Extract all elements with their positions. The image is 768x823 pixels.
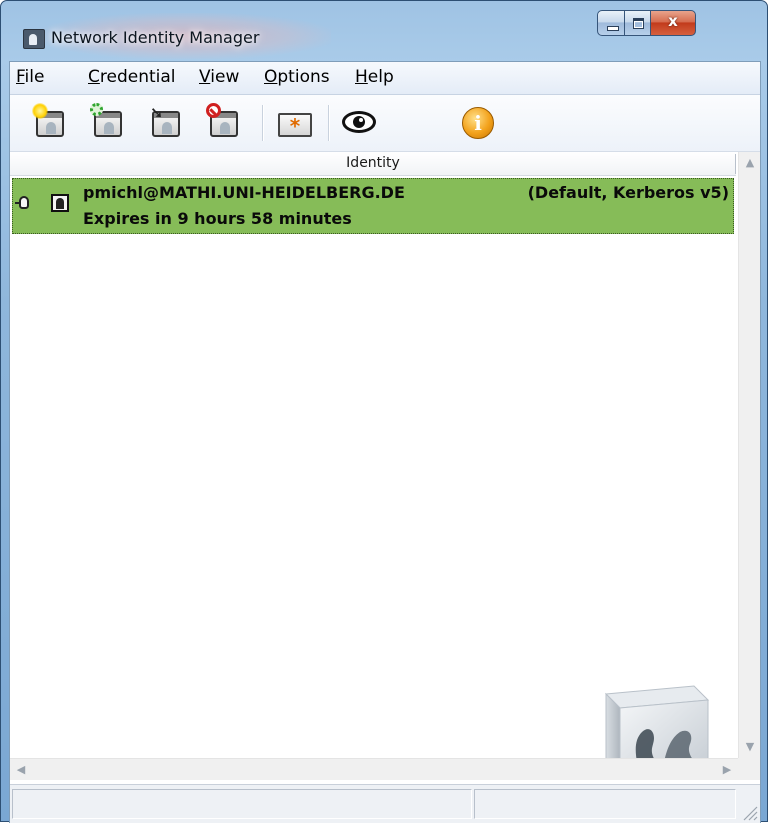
identity-icon	[51, 194, 69, 212]
title-bar[interactable]: Network Identity Manager x	[1, 1, 767, 61]
scroll-down-icon[interactable]: ▼	[739, 736, 761, 758]
change-password-button[interactable]: *	[276, 103, 316, 143]
close-icon: x	[668, 12, 678, 30]
scroll-up-icon[interactable]: ▲	[739, 152, 761, 174]
toolbar-separator	[262, 105, 264, 141]
resize-grip-icon[interactable]	[740, 803, 758, 821]
no-entry-icon	[206, 103, 221, 118]
close-button[interactable]: x	[650, 10, 696, 36]
new-star-icon	[32, 103, 48, 119]
menu-view[interactable]: View	[199, 67, 239, 87]
identity-meta: (Default, Kerberos v5)	[527, 183, 729, 202]
vertical-scrollbar[interactable]: ▲ ▼	[738, 152, 760, 758]
destroy-credentials-button[interactable]	[206, 103, 246, 143]
identity-expiry: Expires in 9 hours 58 minutes	[83, 209, 352, 228]
minimize-button[interactable]	[597, 10, 625, 36]
client-area: File Credential View Options Help ➘ * i …	[9, 61, 761, 823]
main-window: Network Identity Manager x File Credenti…	[0, 0, 768, 823]
new-credentials-button[interactable]	[32, 103, 72, 143]
scroll-right-icon[interactable]: ▶	[716, 759, 738, 781]
maximize-button[interactable]	[624, 10, 651, 36]
caption-buttons: x	[597, 10, 765, 36]
expand-toggle-icon[interactable]	[15, 195, 33, 211]
app-icon[interactable]	[23, 29, 45, 49]
menu-options[interactable]: Options	[264, 67, 330, 87]
change-password-icon: *	[278, 113, 312, 138]
maximize-icon	[633, 18, 644, 29]
help-info-button[interactable]: i	[458, 103, 498, 143]
renew-gear-icon	[90, 103, 103, 116]
scroll-corner	[738, 758, 760, 780]
menu-file[interactable]: File	[16, 67, 44, 87]
column-header-identity[interactable]: Identity	[10, 152, 736, 176]
horizontal-scrollbar[interactable]: ◀ ▶	[10, 758, 738, 780]
status-bar	[10, 784, 760, 823]
scroll-left-icon[interactable]: ◀	[10, 759, 32, 781]
renew-credentials-button[interactable]	[90, 103, 130, 143]
menu-help[interactable]: Help	[355, 67, 394, 87]
window-title: Network Identity Manager	[51, 28, 260, 47]
identity-principal: pmichl@MATHI.UNI-HEIDELBERG.DE	[83, 183, 405, 202]
view-credentials-icon	[342, 111, 376, 133]
import-credentials-button[interactable]: ➘	[148, 103, 188, 143]
status-pane-main	[12, 789, 472, 819]
menu-credential[interactable]: Credential	[88, 67, 176, 87]
identity-row[interactable]: pmichl@MATHI.UNI-HEIDELBERG.DE (Default,…	[12, 178, 734, 234]
toolbar-separator	[328, 105, 330, 141]
toolbar: ➘ * i	[10, 95, 760, 152]
menu-bar: File Credential View Options Help	[10, 62, 760, 95]
status-pane-secondary	[474, 789, 736, 819]
view-credentials-button[interactable]	[340, 103, 380, 143]
minimize-icon	[607, 26, 619, 31]
identity-list[interactable]: Identity pmichl@MATHI.UNI-HEIDELBERG.DE …	[10, 152, 760, 782]
help-info-icon: i	[462, 107, 494, 139]
import-arrow-icon: ➘	[150, 103, 164, 122]
